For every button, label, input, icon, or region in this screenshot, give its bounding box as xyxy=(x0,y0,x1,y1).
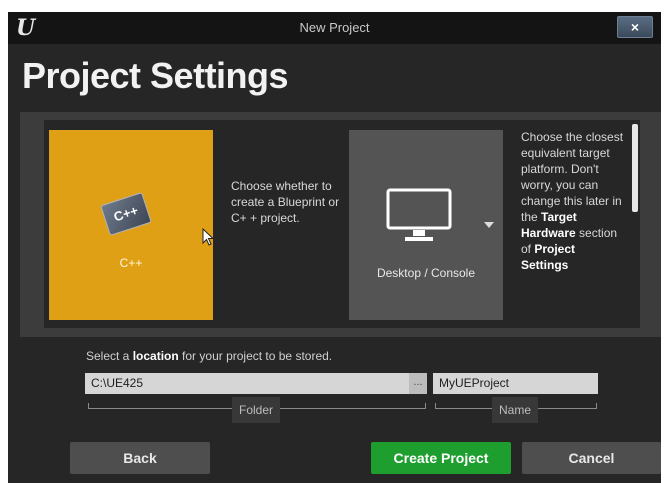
folder-caption: Folder xyxy=(232,397,280,423)
scrollbar-thumb[interactable] xyxy=(632,124,638,212)
cancel-button[interactable]: Cancel xyxy=(522,442,661,474)
cpp-option-label: C++ xyxy=(119,256,143,270)
cpp-icon: C++ xyxy=(100,191,152,237)
browse-folder-button[interactable]: ... xyxy=(409,373,427,394)
name-caption: Name xyxy=(492,397,538,423)
mouse-cursor-icon xyxy=(202,228,214,246)
location-prompt: Select a location for your project to be… xyxy=(86,349,332,363)
new-project-window: U New Project × Project Settings C++ C++… xyxy=(8,12,661,483)
settings-scroll-area: C++ C++ Choose whether to create a Bluep… xyxy=(44,120,640,328)
cpp-option-tile[interactable]: C++ C++ xyxy=(49,130,214,320)
project-type-description: Choose whether to create a Blueprint or … xyxy=(231,179,340,225)
monitor-icon xyxy=(386,188,452,241)
desktop-console-label: Desktop / Console xyxy=(376,266,476,280)
close-button[interactable]: × xyxy=(617,16,653,38)
location-prompt-text: Select a xyxy=(86,349,133,363)
project-name-value: MyUEProject xyxy=(439,376,510,390)
project-settings-panel: C++ C++ Choose whether to create a Bluep… xyxy=(20,112,661,337)
title-bar: U New Project × xyxy=(8,12,661,44)
vertical-scrollbar[interactable] xyxy=(632,124,638,314)
create-project-button[interactable]: Create Project xyxy=(371,442,511,474)
back-button[interactable]: Back xyxy=(70,442,210,474)
folder-path-value: C:\UE425 xyxy=(91,376,144,390)
page-title: Project Settings xyxy=(22,55,289,96)
project-name-field[interactable]: MyUEProject xyxy=(433,373,598,394)
window-title: New Project xyxy=(299,20,370,35)
location-prompt-bold: location xyxy=(132,349,179,363)
desktop-console-option-tile[interactable]: Desktop / Console xyxy=(349,130,503,320)
chevron-down-icon[interactable] xyxy=(484,222,494,228)
location-prompt-text-end: for your project to be stored. xyxy=(178,349,333,363)
platform-description: Choose the closest equivalent target pla… xyxy=(521,129,625,317)
folder-path-field[interactable]: C:\UE425 ... xyxy=(85,373,427,394)
